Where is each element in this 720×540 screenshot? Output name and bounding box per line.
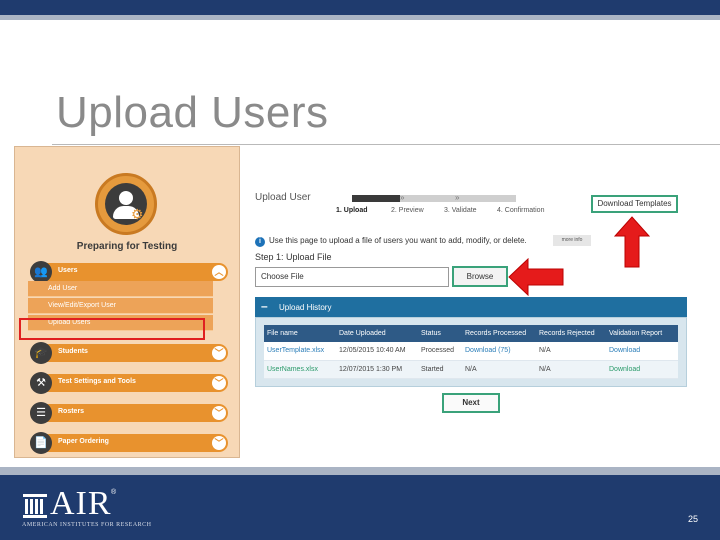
upload-history-table: File name Date Uploaded Status Records P… xyxy=(264,325,678,379)
menu-item-label: Users xyxy=(58,267,78,274)
menu-item-label: Rosters xyxy=(58,408,85,415)
info-line: i Use this page to upload a file of users… xyxy=(255,236,527,247)
slide-title: Upload Users xyxy=(56,88,329,137)
menu-item-paper-ordering[interactable]: 📄 Paper Ordering ﹀ xyxy=(30,432,228,454)
step-progress-fill xyxy=(352,195,400,202)
air-logo-icon xyxy=(23,494,47,518)
browse-button[interactable]: Browse xyxy=(452,266,508,287)
file-name-link[interactable]: UserNames.xlsx xyxy=(264,360,336,379)
roster-icon: ☰ xyxy=(30,402,52,424)
table-header-row: File name Date Uploaded Status Records P… xyxy=(264,325,678,342)
chevron-down-icon[interactable]: ﹀ xyxy=(212,376,226,390)
step-chevron-icon: » xyxy=(455,193,460,202)
more-info-button[interactable]: more info xyxy=(553,235,591,246)
info-icon: i xyxy=(255,237,265,247)
chevron-down-icon[interactable]: ﹀ xyxy=(212,406,226,420)
submenu-add-user[interactable]: Add User xyxy=(28,281,213,297)
column-header: Records Rejected xyxy=(536,325,606,342)
status: Processed xyxy=(418,342,462,361)
validation-report-link[interactable]: Download xyxy=(606,360,678,379)
step-upload: 1. Upload xyxy=(336,207,368,214)
table-row: UserNames.xlsx 12/07/2015 1:30 PM Starte… xyxy=(264,360,678,379)
file-input[interactable]: Choose File xyxy=(255,267,449,287)
next-button[interactable]: Next xyxy=(442,393,500,413)
top-header-bar xyxy=(0,0,720,15)
column-header: Records Processed xyxy=(462,325,536,342)
red-arrow-left-icon xyxy=(508,258,564,296)
upload-history-header[interactable]: – Upload History xyxy=(255,297,687,317)
download-templates-button[interactable]: Download Templates xyxy=(591,195,678,213)
records-rejected: N/A xyxy=(536,342,606,361)
menu-item-label: Paper Ordering xyxy=(58,438,109,445)
logo-subtitle: AMERICAN INSTITUTES FOR RESEARCH xyxy=(22,522,152,528)
menu-item-students[interactable]: 🎓 Students ﹀ xyxy=(30,342,228,364)
highlight-box xyxy=(19,318,205,340)
info-text: Use this page to upload a file of users … xyxy=(269,236,527,245)
file-name-link[interactable]: UserTemplate.xlsx xyxy=(264,342,336,361)
chevron-up-icon[interactable]: ︿ xyxy=(212,265,226,279)
title-divider xyxy=(52,144,720,145)
chevron-down-icon[interactable]: ﹀ xyxy=(212,436,226,450)
column-header: Status xyxy=(418,325,462,342)
step-chevron-icon: » xyxy=(400,193,405,202)
date-uploaded: 12/05/2015 10:40 AM xyxy=(336,342,418,361)
records-processed: N/A xyxy=(462,360,536,379)
step-preview: 2. Preview xyxy=(391,207,424,214)
validation-report-link[interactable]: Download xyxy=(606,342,678,361)
paper-icon: 📄 xyxy=(30,432,52,454)
menu-item-label: Test Settings and Tools xyxy=(58,378,136,385)
top-header-stripe xyxy=(0,15,720,20)
column-header: File name xyxy=(264,325,336,342)
chevron-down-icon[interactable]: ﹀ xyxy=(212,346,226,360)
upload-history-label: Upload History xyxy=(279,303,332,312)
red-arrow-up-icon xyxy=(614,216,650,268)
users-icon: 👥 xyxy=(30,261,52,283)
records-rejected: N/A xyxy=(536,360,606,379)
step-confirmation: 4. Confirmation xyxy=(497,207,545,214)
status: Started xyxy=(418,360,462,379)
column-header: Validation Report xyxy=(606,325,678,342)
submenu-view-edit-export-user[interactable]: View/Edit/Export User xyxy=(28,298,213,314)
footer-stripe xyxy=(0,467,720,475)
upload-heading: Upload User xyxy=(255,192,311,203)
tools-icon: ⚒ xyxy=(30,372,52,394)
panel-title: Preparing for Testing xyxy=(76,241,178,252)
step-validate: 3. Validate xyxy=(444,207,477,214)
page-number: 25 xyxy=(688,514,699,524)
menu-item-test-settings[interactable]: ⚒ Test Settings and Tools ﹀ xyxy=(30,372,228,394)
menu-item-rosters[interactable]: ☰ Rosters ﹀ xyxy=(30,402,228,424)
logo-registered: ® xyxy=(111,489,117,496)
menu-item-users[interactable]: 👥 Users ︿ xyxy=(30,261,228,283)
table-row: UserTemplate.xlsx 12/05/2015 10:40 AM Pr… xyxy=(264,342,678,361)
date-uploaded: 12/07/2015 1:30 PM xyxy=(336,360,418,379)
collapse-icon[interactable]: – xyxy=(261,299,268,313)
logo-text: AIR xyxy=(50,485,112,522)
column-header: Date Uploaded xyxy=(336,325,418,342)
user-gear-icon: ⚙ xyxy=(95,173,157,235)
records-processed-link[interactable]: Download (75) xyxy=(462,342,536,361)
graduation-cap-icon: 🎓 xyxy=(30,342,52,364)
step1-label: Step 1: Upload File xyxy=(255,252,332,262)
menu-item-label: Students xyxy=(58,348,88,355)
